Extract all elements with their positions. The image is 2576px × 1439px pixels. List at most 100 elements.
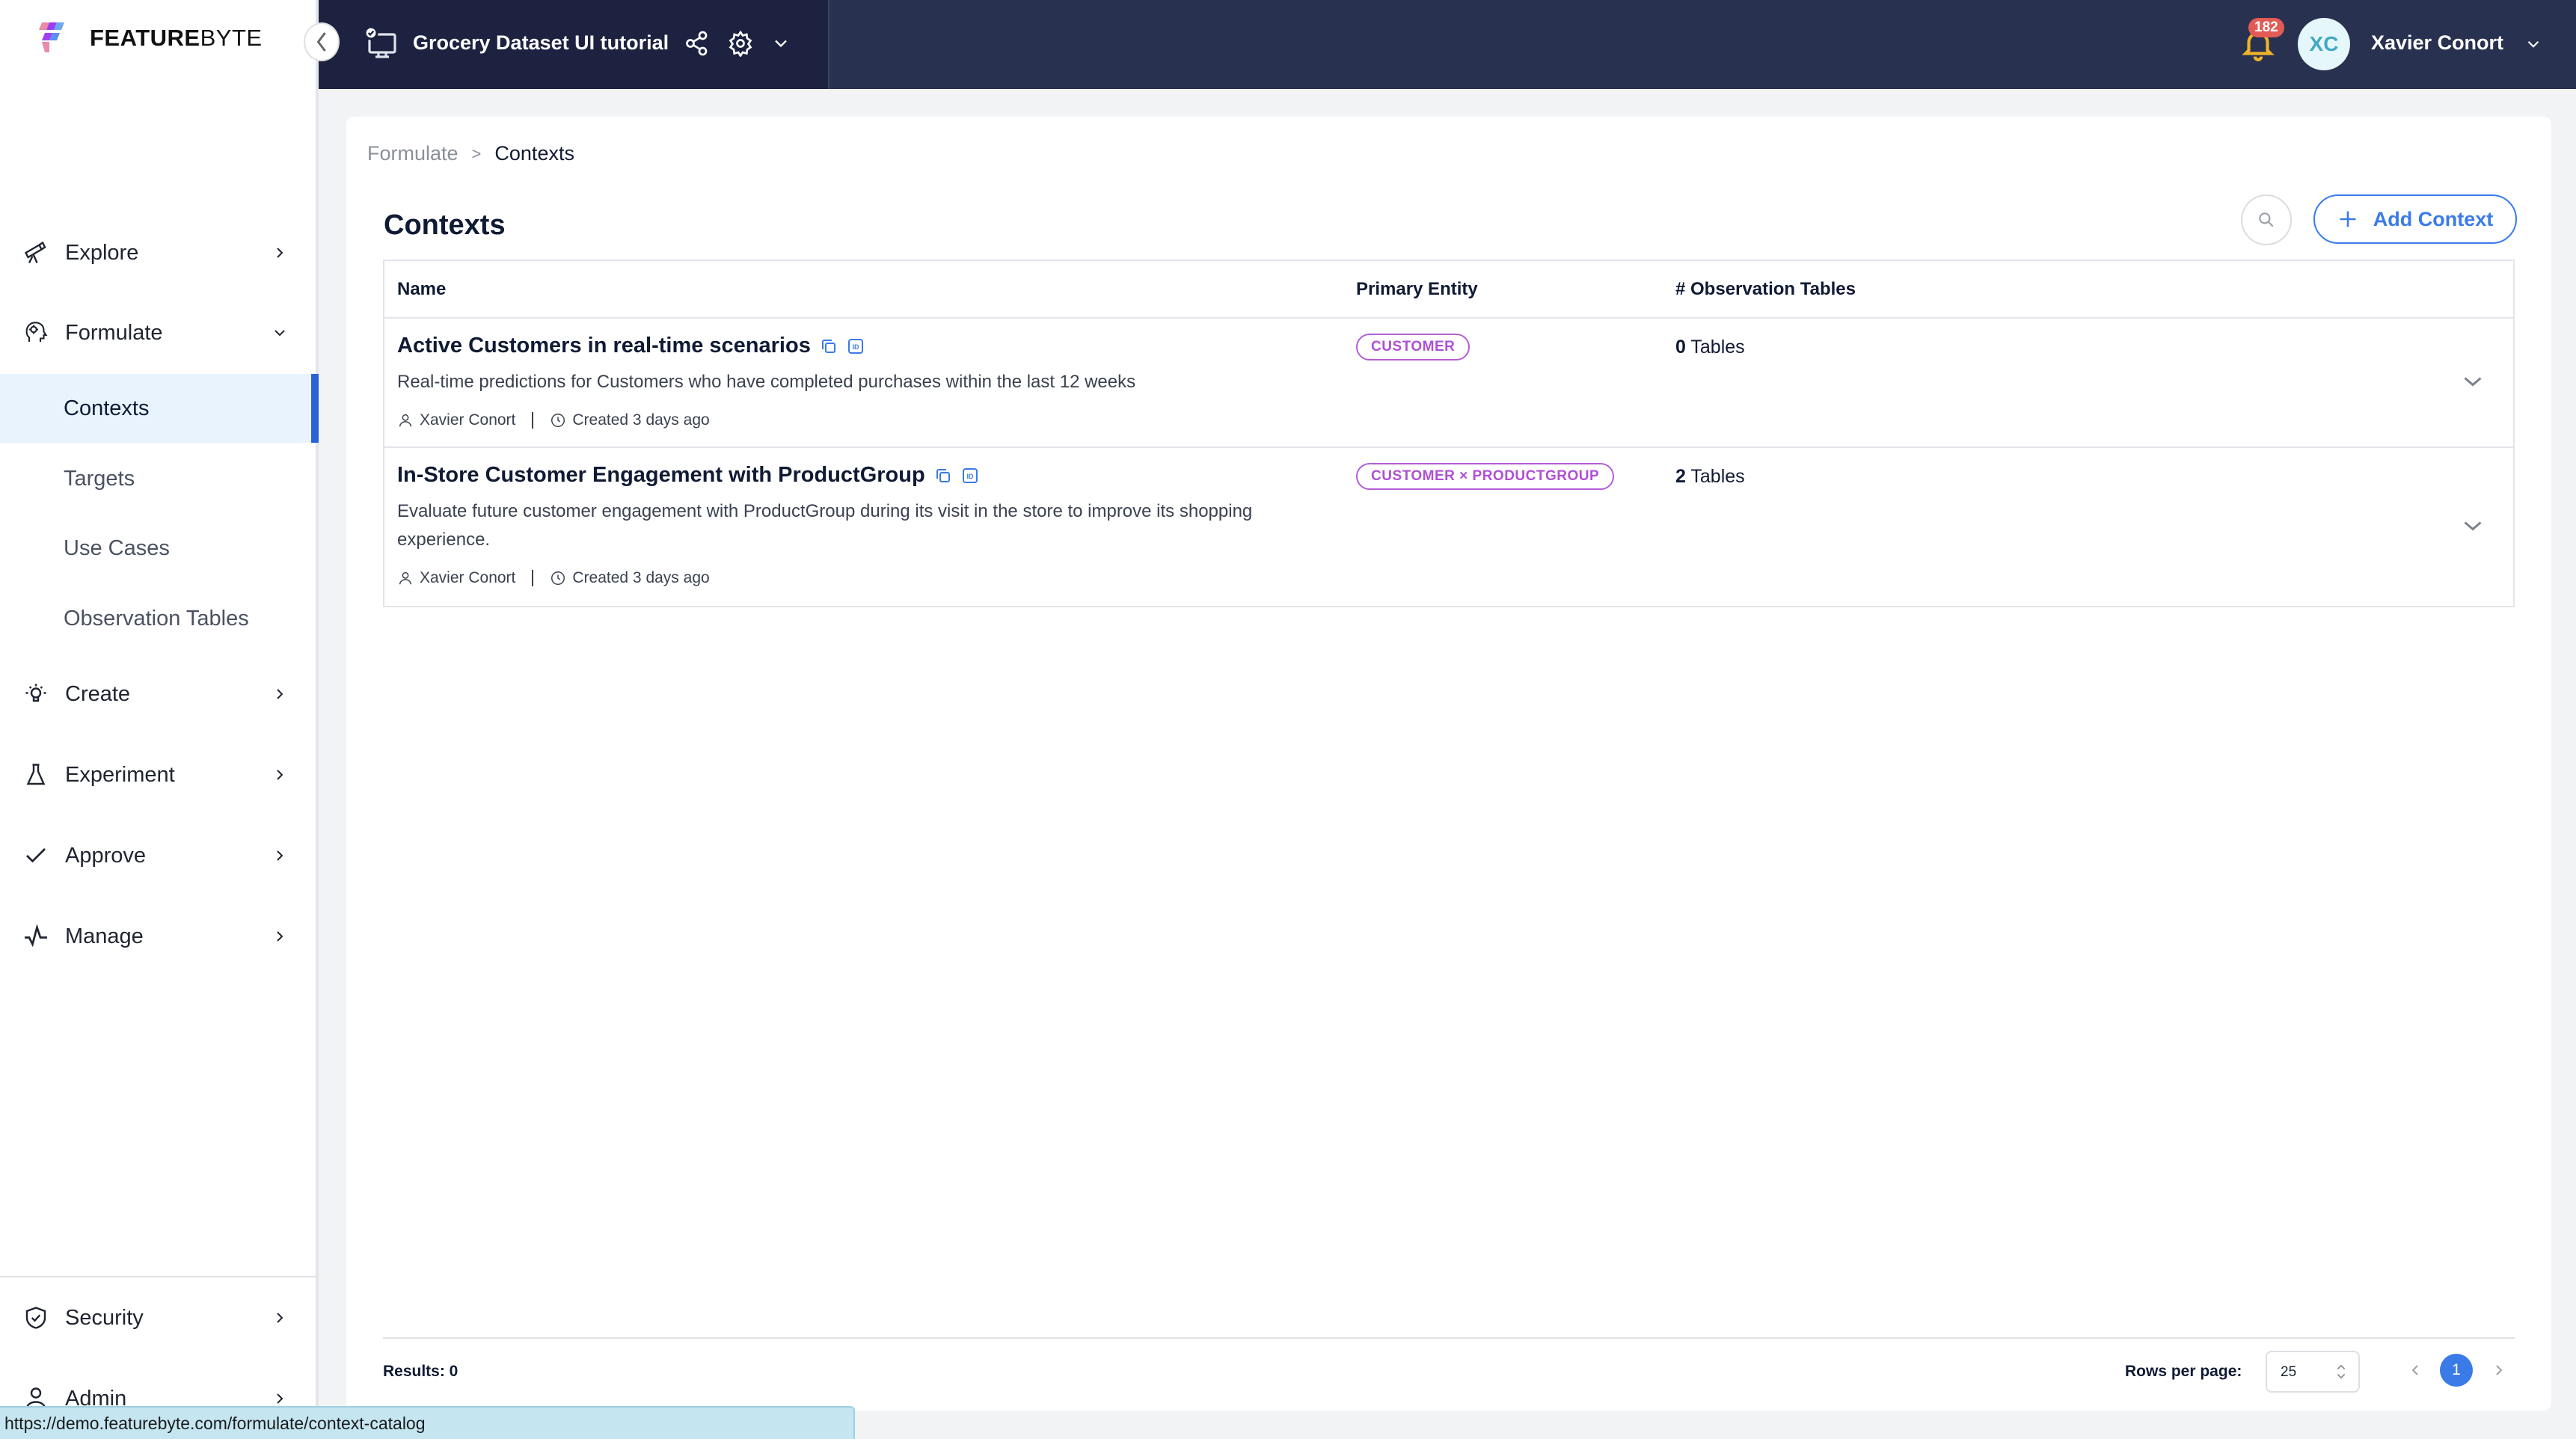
chevron-right-icon (277, 931, 283, 942)
telescope-icon (24, 241, 46, 264)
context-meta: Xavier Conort Created 3 days ago (397, 569, 710, 587)
select-arrows-icon (2337, 1364, 2346, 1379)
chevron-right-icon (277, 1393, 283, 1404)
chevron-down-icon[interactable] (2459, 512, 2486, 539)
chevron-right-icon (277, 689, 283, 699)
owner-name: Xavier Conort (420, 411, 516, 429)
context-description: Real-time predictions for Customers who … (397, 372, 1136, 392)
user-name[interactable]: Xavier Conort (2371, 31, 2503, 55)
sidebar-item-label: Use Cases (64, 536, 170, 560)
chevron-down-icon[interactable] (2459, 368, 2486, 395)
add-context-button[interactable]: Add Context (2313, 194, 2517, 244)
project-selector: Grocery Dataset UI tutorial (319, 0, 829, 89)
copy-icon[interactable] (820, 337, 838, 355)
sidebar-item-create[interactable]: Create (0, 664, 316, 724)
sidebar-item-formulate[interactable]: Formulate (0, 303, 316, 363)
rows-per-page-value: 25 (2281, 1364, 2297, 1380)
previous-page-icon[interactable] (2406, 1361, 2424, 1379)
clock-icon (551, 414, 565, 427)
sidebar-item-label: Experiment (65, 762, 175, 787)
breadcrumb-separator: > (471, 144, 482, 163)
table-row[interactable]: In-Store Customer Engagement with Produc… (384, 448, 2513, 606)
id-icon[interactable]: ID (847, 337, 865, 355)
rows-per-page-label: Rows per page: (2125, 1363, 2242, 1380)
table-row[interactable]: Active Customers in real-time scenarios … (384, 319, 2513, 448)
sidebar-divider (0, 1276, 316, 1277)
sidebar-item-label: Create (65, 681, 131, 706)
sidebar-item-use-cases[interactable]: Use Cases (0, 514, 316, 583)
table-header: Name Primary Entity # Observation Tables (384, 261, 2513, 319)
footer-divider (383, 1337, 2515, 1339)
sidebar-item-observation-tables[interactable]: Observation Tables (0, 584, 316, 653)
sidebar-item-label: Targets (64, 466, 135, 491)
column-header-name[interactable]: Name (397, 279, 446, 300)
share-icon[interactable] (684, 30, 711, 57)
head-gear-icon (25, 322, 48, 342)
main-content: Formulate > Contexts Contexts Add Contex… (346, 117, 2551, 1411)
sidebar-item-explore[interactable]: Explore (0, 223, 316, 283)
notification-count-badge: 182 (2248, 18, 2284, 37)
breadcrumb-formulate[interactable]: Formulate (367, 142, 459, 165)
pulse-icon (25, 924, 47, 948)
monitor-check-icon (364, 25, 396, 58)
sidebar-item-targets[interactable]: Targets (0, 444, 316, 513)
chevron-down-icon[interactable] (2524, 34, 2543, 54)
meta-separator (532, 412, 534, 429)
sidebar-item-label: Observation Tables (64, 606, 249, 630)
check-icon (26, 848, 46, 863)
context-name-text: In-Store Customer Engagement with Produc… (397, 463, 925, 487)
chevron-right-icon (277, 248, 283, 258)
page-1-button[interactable]: 1 (2440, 1354, 2473, 1387)
sidebar-item-security[interactable]: Security (0, 1288, 316, 1348)
add-context-label: Add Context (2373, 207, 2494, 230)
sidebar-item-experiment[interactable]: Experiment (0, 745, 316, 805)
owner-name: Xavier Conort (420, 569, 516, 586)
user-icon (399, 414, 412, 427)
column-header-primary-entity[interactable]: Primary Entity (1356, 279, 1478, 300)
chevron-right-icon (277, 770, 283, 780)
sidebar: FEATUREBYTE Explore Formulate Contexts T… (0, 0, 319, 1439)
copy-icon[interactable] (934, 467, 952, 485)
observation-table-count: 2 Tables (1675, 466, 1745, 487)
created-time: Created 3 days ago (572, 569, 710, 586)
rows-per-page-select[interactable]: 25 (2266, 1351, 2360, 1393)
sidebar-item-label: Explore (65, 240, 139, 265)
observation-table-count: 0 Tables (1675, 337, 1745, 358)
entity-badge: CUSTOMER × PRODUCTGROUP (1356, 463, 1615, 490)
featurebyte-logo[interactable]: FEATUREBYTE (39, 19, 263, 57)
project-title[interactable]: Grocery Dataset UI tutorial (413, 31, 669, 55)
sidebar-item-label: Contexts (64, 396, 150, 420)
chevron-down-icon (275, 330, 285, 337)
sidebar-item-label: Formulate (65, 320, 163, 345)
shield-check-icon (25, 1307, 46, 1329)
search-button[interactable] (2241, 194, 2292, 245)
gear-icon[interactable] (727, 30, 754, 57)
id-icon[interactable]: ID (961, 467, 979, 485)
sidebar-collapse-button[interactable] (304, 22, 340, 61)
results-count: Results: 0 (383, 1363, 459, 1380)
context-description: Evaluate future customer engagement with… (397, 501, 1253, 550)
meta-separator (532, 570, 534, 586)
logo-mark-icon (39, 22, 64, 52)
clock-icon (551, 571, 565, 585)
link-preview-status-bar: https://demo.featurebyte.com/formulate/c… (0, 1406, 855, 1439)
plus-icon (2340, 211, 2356, 227)
logo-text: FEATUREBYTE (90, 25, 263, 51)
context-name[interactable]: Active Customers in real-time scenarios … (397, 334, 865, 358)
sidebar-item-label: Security (65, 1305, 144, 1330)
context-name[interactable]: In-Store Customer Engagement with Produc… (397, 463, 979, 488)
sidebar-item-manage[interactable]: Manage (0, 906, 316, 966)
context-name-text: Active Customers in real-time scenarios (397, 334, 811, 358)
sidebar-item-approve[interactable]: Approve (0, 826, 316, 886)
sidebar-item-contexts[interactable]: Contexts (0, 374, 319, 443)
next-page-icon[interactable] (2490, 1361, 2508, 1379)
breadcrumb: Formulate > Contexts (367, 142, 574, 165)
entity-badge: CUSTOMER (1356, 334, 1471, 360)
column-header-observation-tables[interactable]: # Observation Tables (1675, 279, 1856, 300)
svg-text:ID: ID (966, 473, 974, 480)
context-meta: Xavier Conort Created 3 days ago (397, 411, 710, 429)
search-icon (2259, 212, 2274, 227)
avatar[interactable]: XC (2298, 18, 2350, 70)
chevron-down-icon[interactable] (770, 30, 791, 57)
page-title: Contexts (384, 209, 506, 241)
